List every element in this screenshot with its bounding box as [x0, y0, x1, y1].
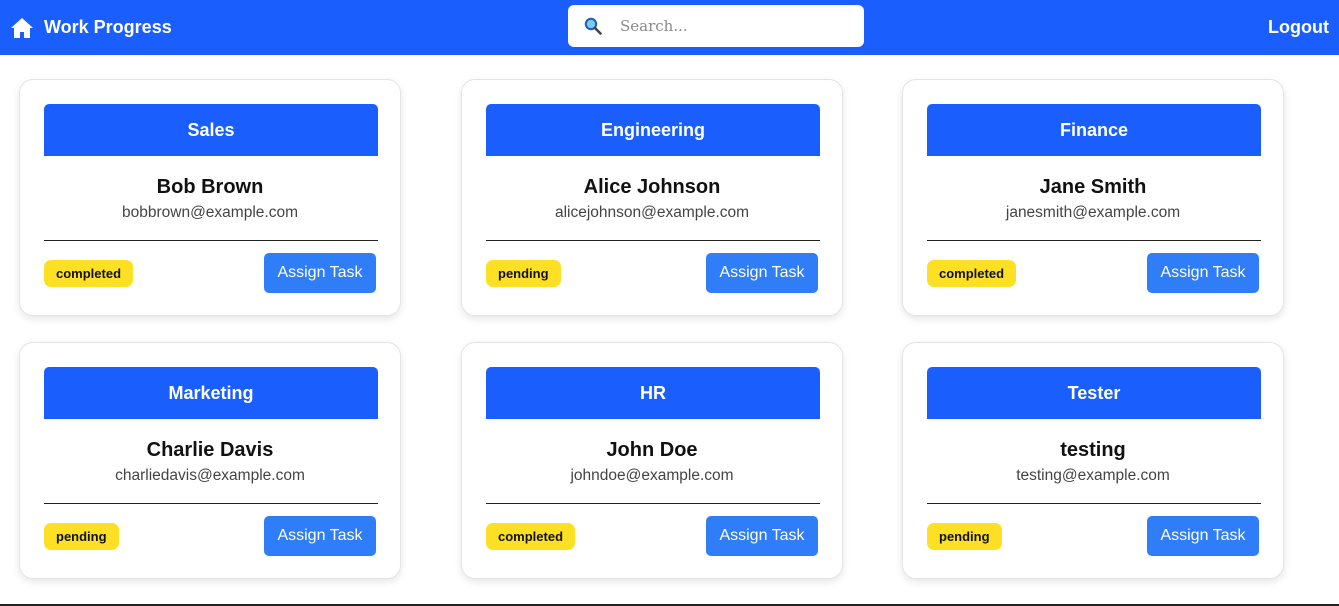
search-input[interactable]	[618, 10, 852, 42]
card-divider	[486, 240, 820, 241]
department-header: Finance	[927, 104, 1261, 156]
employee-email: testing@example.com	[1016, 467, 1170, 484]
department-header: Marketing	[44, 367, 378, 419]
assign-task-button[interactable]: Assign Task	[1147, 253, 1259, 293]
employee-card: HR John Doe johndoe@example.com complete…	[461, 342, 843, 579]
app-title: Work Progress	[44, 17, 172, 37]
home-icon[interactable]	[10, 17, 34, 39]
status-badge: completed	[486, 523, 576, 550]
employee-email: bobbrown@example.com	[122, 204, 298, 221]
employee-name: Bob Brown	[156, 176, 264, 198]
brand[interactable]: Work Progress	[10, 0, 172, 55]
search-icon	[584, 17, 602, 35]
employee-card: Sales Bob Brown bobbrown@example.com com…	[19, 79, 401, 316]
employee-name: Jane Smith	[1039, 176, 1147, 198]
card-divider	[44, 240, 378, 241]
assign-task-button[interactable]: Assign Task	[706, 516, 818, 556]
employee-email: johndoe@example.com	[570, 467, 734, 484]
card-divider	[486, 503, 820, 504]
top-navbar: Work Progress Logout	[0, 0, 1339, 55]
search-bar[interactable]	[568, 5, 864, 47]
employee-email: charliedavis@example.com	[115, 467, 305, 484]
card-divider	[927, 503, 1261, 504]
status-badge: completed	[927, 260, 1017, 287]
status-badge: pending	[44, 523, 119, 550]
employee-card: Marketing Charlie Davis charliedavis@exa…	[19, 342, 401, 579]
employee-name: testing	[1060, 439, 1126, 461]
employee-name: Alice Johnson	[583, 176, 721, 198]
employee-card: Finance Jane Smith janesmith@example.com…	[902, 79, 1284, 316]
employee-card: Engineering Alice Johnson alicejohnson@e…	[461, 79, 843, 316]
status-badge: pending	[927, 523, 1002, 550]
card-divider	[44, 503, 378, 504]
assign-task-button[interactable]: Assign Task	[264, 516, 376, 556]
department-header: Sales	[44, 104, 378, 156]
employee-email: alicejohnson@example.com	[554, 204, 750, 221]
employee-name: John Doe	[606, 439, 698, 461]
assign-task-button[interactable]: Assign Task	[1147, 516, 1259, 556]
department-header: Tester	[927, 367, 1261, 419]
employee-name: Charlie Davis	[146, 439, 274, 461]
department-header: Engineering	[486, 104, 820, 156]
assign-task-button[interactable]: Assign Task	[264, 253, 376, 293]
status-badge: completed	[44, 260, 134, 287]
employee-email: janesmith@example.com	[1005, 204, 1181, 221]
status-badge: pending	[486, 260, 561, 287]
logout-link[interactable]: Logout	[1268, 0, 1329, 55]
assign-task-button[interactable]: Assign Task	[706, 253, 818, 293]
card-divider	[927, 240, 1261, 241]
employee-card: Tester testing testing@example.com pendi…	[902, 342, 1284, 579]
department-header: HR	[486, 367, 820, 419]
